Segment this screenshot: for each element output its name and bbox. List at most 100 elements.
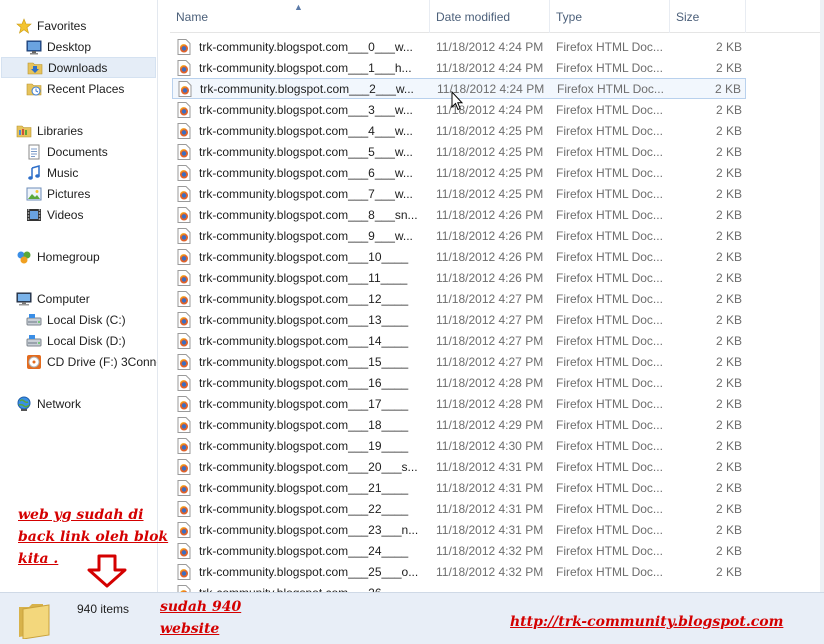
file-size: 2 KB [714,81,741,96]
nav-item-downloads[interactable]: Downloads [1,57,156,78]
videos-icon [26,207,42,223]
nav-item-videos[interactable]: Videos [26,204,83,225]
file-row[interactable]: trk-community.blogspot.com___25___o... 11… [172,561,746,582]
column-header-type[interactable]: Type [550,0,670,33]
file-row[interactable]: trk-community.blogspot.com___16____ 11/18… [172,372,746,393]
nav-item-homegroup[interactable]: Homegroup [16,246,100,267]
file-size: 2 KB [715,207,742,222]
file-row[interactable]: trk-community.blogspot.com___6___w... 11/… [172,162,746,183]
file-size: 2 KB [715,60,742,75]
file-size: 2 KB [715,249,742,264]
file-row[interactable]: trk-community.blogspot.com___15____ 11/18… [172,351,746,372]
file-date-modified: 11/18/2012 4:25 PM [436,123,544,138]
libraries-icon [16,123,32,139]
file-row[interactable]: trk-community.blogspot.com___14____ 11/18… [172,330,746,351]
column-header-date-modified[interactable]: Date modified [430,0,550,33]
file-type: Firefox HTML Doc... [556,207,663,222]
nav-item-network[interactable]: Network [16,393,81,414]
nav-item-label: Pictures [47,186,91,201]
file-row[interactable]: trk-community.blogspot.com___10____ 11/18… [172,246,746,267]
file-date-modified: 11/18/2012 4:31 PM [436,480,544,495]
documents-icon [26,144,42,160]
file-row[interactable]: trk-community.blogspot.com___13____ 11/18… [172,309,746,330]
file-size: 2 KB [715,438,742,453]
file-row[interactable]: trk-community.blogspot.com___11____ 11/18… [172,267,746,288]
file-name: trk-community.blogspot.com___12____ [199,291,409,306]
column-header-type-label: Type [556,9,583,24]
file-type: Firefox HTML Doc... [557,81,664,96]
file-name: trk-community.blogspot.com___1___h... [199,60,412,75]
file-row[interactable]: trk-community.blogspot.com___24____ 11/18… [172,540,746,561]
file-type: Firefox HTML Doc... [556,396,663,411]
file-row[interactable]: trk-community.blogspot.com___26___ [172,582,746,592]
file-date-modified: 11/18/2012 4:25 PM [436,186,544,201]
file-row[interactable]: trk-community.blogspot.com___17____ 11/18… [172,393,746,414]
file-row[interactable]: trk-community.blogspot.com___19____ 11/18… [172,435,746,456]
file-date-modified: 11/18/2012 4:26 PM [436,249,544,264]
nav-item-local-disk-c[interactable]: Local Disk (C:) [26,309,126,330]
nav-item-label: CD Drive (F:) 3Conne [47,354,158,369]
file-type: Firefox HTML Doc... [556,165,663,180]
file-size: 2 KB [715,228,742,243]
firefox-html-file-icon [177,143,191,160]
file-size: 2 KB [715,354,742,369]
firefox-html-file-icon [177,458,191,475]
file-row[interactable]: trk-community.blogspot.com___23___n... 11… [172,519,746,540]
file-name: trk-community.blogspot.com___23___n... [199,522,419,537]
mouse-cursor-icon [451,91,463,111]
file-type: Firefox HTML Doc... [556,144,663,159]
nav-item-music[interactable]: Music [26,162,78,183]
file-row[interactable]: trk-community.blogspot.com___0___w... 11/… [172,36,746,57]
firefox-html-file-icon [177,584,191,592]
file-type: Firefox HTML Doc... [556,459,663,474]
annotation-center-line-2: website [160,621,220,637]
file-row[interactable]: trk-community.blogspot.com___22____ 11/18… [172,498,746,519]
nav-item-desktop[interactable]: Desktop [26,36,91,57]
nav-item-label: Videos [47,207,84,222]
nav-item-cd-drive-f-3conne[interactable]: CD Drive (F:) 3Conne [26,351,158,372]
down-arrow-icon [87,554,127,588]
file-row[interactable]: trk-community.blogspot.com___5___w... 11/… [172,141,746,162]
column-header-name[interactable]: Name [170,0,430,33]
firefox-html-file-icon [177,416,191,433]
firefox-html-file-icon [177,122,191,139]
pictures-icon [26,186,42,202]
firefox-html-file-icon [177,185,191,202]
homegroup-icon [16,249,32,265]
annotation-left-line-2: back link oleh blok [18,529,169,545]
file-row[interactable]: trk-community.blogspot.com___4___w... 11/… [172,120,746,141]
nav-item-documents[interactable]: Documents [26,141,108,162]
firefox-html-file-icon [177,542,191,559]
file-type: Firefox HTML Doc... [556,501,663,516]
file-type: Firefox HTML Doc... [556,228,663,243]
file-date-modified: 11/18/2012 4:27 PM [436,291,544,306]
file-row[interactable]: trk-community.blogspot.com___12____ 11/18… [172,288,746,309]
nav-item-computer[interactable]: Computer [16,288,90,309]
file-date-modified: 11/18/2012 4:27 PM [436,312,544,327]
file-size: 2 KB [715,522,742,537]
annotation-left-line-1: web yg sudah di [18,507,144,523]
column-header-size[interactable]: Size [670,0,746,33]
navigation-pane: Favorites Desktop Downloads Recent Places Li… [0,0,158,592]
firefox-html-file-icon [177,563,191,580]
file-name: trk-community.blogspot.com___21____ [199,480,409,495]
file-row[interactable]: trk-community.blogspot.com___1___h... 11/… [172,57,746,78]
nav-item-recent-places[interactable]: Recent Places [26,78,124,99]
file-name: trk-community.blogspot.com___14____ [199,333,409,348]
file-row[interactable]: trk-community.blogspot.com___8___sn... 11… [172,204,746,225]
vertical-scrollbar[interactable] [820,0,824,592]
firefox-html-file-icon [177,227,191,244]
file-row[interactable]: trk-community.blogspot.com___18____ 11/18… [172,414,746,435]
nav-item-pictures[interactable]: Pictures [26,183,90,204]
file-type: Firefox HTML Doc... [556,60,663,75]
file-row[interactable]: trk-community.blogspot.com___9___w... 11/… [172,225,746,246]
nav-item-local-disk-d[interactable]: Local Disk (D:) [26,330,126,351]
nav-item-favorites[interactable]: Favorites [16,15,86,36]
file-row[interactable]: trk-community.blogspot.com___20___s... 11… [172,456,746,477]
file-row[interactable]: trk-community.blogspot.com___7___w... 11/… [172,183,746,204]
file-type: Firefox HTML Doc... [556,564,663,579]
nav-item-libraries[interactable]: Libraries [16,120,83,141]
file-date-modified: 11/18/2012 4:32 PM [436,543,544,558]
file-type: Firefox HTML Doc... [556,543,663,558]
file-row[interactable]: trk-community.blogspot.com___21____ 11/18… [172,477,746,498]
